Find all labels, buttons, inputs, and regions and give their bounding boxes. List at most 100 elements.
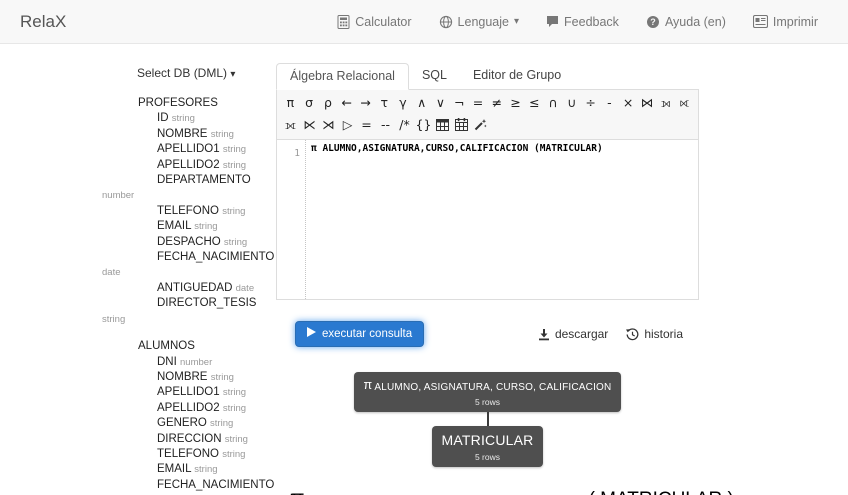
attribute-item[interactable]: APELLIDO2 string — [102, 158, 278, 173]
attribute-name: TELEFONO — [157, 447, 219, 460]
tree-node-relation[interactable]: MATRICULAR 5 rows — [431, 426, 544, 467]
attribute-type: string — [222, 144, 247, 156]
operator-button[interactable]: ∩ — [544, 93, 563, 113]
operator-button[interactable]: ≤ — [525, 93, 544, 113]
operator-button[interactable]: -- — [376, 115, 395, 135]
download-link[interactable]: descargar — [538, 327, 608, 341]
attribute-item[interactable]: FECHA_NACIMIENTO date — [102, 478, 278, 495]
download-label: descargar — [554, 327, 609, 341]
attribute-list: ID string NOMBRE string APELLIDO1 string… — [102, 111, 278, 327]
operator-button[interactable]: ¬ — [450, 93, 469, 113]
operator-button[interactable]: ⋉ — [300, 115, 319, 135]
attribute-item[interactable]: TELEFONO string — [102, 447, 278, 462]
attribute-item[interactable]: APELLIDO1 string — [102, 142, 278, 157]
attribute-item[interactable]: DNI number — [102, 355, 278, 370]
attribute-item[interactable]: TELEFONO string — [102, 204, 278, 219]
operator-button[interactable]: σ — [300, 93, 319, 113]
attribute-name: FECHA_NACIMIENTO — [157, 251, 275, 264]
attribute-item[interactable]: ID string — [102, 111, 278, 126]
brand-logo[interactable]: RelaX — [20, 12, 66, 32]
operator-button[interactable]: ⟕ — [656, 93, 675, 113]
operator-button[interactable]: ← — [337, 93, 356, 113]
attribute-item[interactable]: DEPARTAMENTO number — [102, 173, 278, 204]
attribute-name: NOMBRE — [157, 127, 208, 140]
row-count-badge: 5 rows — [474, 397, 501, 407]
operator-button[interactable]: → — [356, 93, 375, 113]
operator-button[interactable]: ▷ — [338, 115, 357, 135]
operator-button[interactable]: ⟖ — [675, 93, 694, 113]
operator-button[interactable]: = — [469, 93, 488, 113]
nav-item-lenguaje[interactable]: Lenguaje ▾ — [439, 15, 519, 29]
operator-button[interactable]: ÷ — [581, 93, 600, 113]
nav-item-ayuda[interactable]: ? Ayuda (en) — [646, 15, 726, 29]
attribute-item[interactable]: APELLIDO1 string — [102, 385, 278, 400]
tree-node-attrs: ALUMNO, ASIGNATURA, CURSO, CALIFICACION — [374, 382, 612, 393]
operator-button[interactable]: τ — [375, 93, 394, 113]
attribute-item[interactable]: ANTIGUEDAD date — [102, 281, 278, 296]
attribute-item[interactable]: NOMBRE string — [102, 127, 278, 142]
navbar-menu: Calculator Lenguaje ▾ Feedback ? Ayuda (… — [337, 14, 818, 29]
action-bar: executar consulta descargar historia — [276, 321, 699, 347]
operator-button[interactable]: × — [619, 93, 638, 113]
toolbar-row-1: π σ ρ ← → τ γ ∧ ∨ ¬ = ≠ ≥ ≤ ∩ ∪ ÷ - × ⋈ ⟕ ⟖ — [281, 92, 694, 114]
tree-connector-line — [486, 412, 489, 426]
operator-button[interactable]: ∨ — [431, 93, 450, 113]
attribute-item[interactable]: FECHA_NACIMIENTO date — [102, 250, 278, 281]
history-link[interactable]: historia — [626, 327, 683, 341]
attribute-type: string — [194, 464, 218, 476]
nav-item-feedback[interactable]: Feedback — [546, 15, 619, 29]
attribute-type: string — [222, 387, 247, 399]
editor-panel: π σ ρ ← → τ γ ∧ ∨ ¬ = ≠ ≥ ≤ ∩ ∪ ÷ - × ⋈ ⟕ ⟖ ⟗ ⋉ ⋊ ▷ = --/*{} 1 π A… — [276, 90, 699, 300]
operator-button[interactable]: ≠ — [487, 93, 506, 113]
tree-node-projection[interactable]: π ALUMNO, ASIGNATURA, CURSO, CALIFICACION… — [353, 372, 622, 412]
attribute-item[interactable]: DIRECCION string — [102, 432, 278, 447]
operator-button[interactable]: ∧ — [412, 93, 431, 113]
operator-button[interactable]: /* — [395, 115, 414, 135]
relation-name[interactable]: PROFESORES — [138, 96, 278, 111]
query-input[interactable]: π ALUMNO,ASIGNATURA,CURSO,CALIFICACION (… — [306, 140, 698, 299]
attribute-type: string — [102, 313, 126, 325]
attribute-item[interactable]: DESPACHO string — [102, 235, 278, 250]
operator-button[interactable]: γ — [394, 93, 413, 113]
tab-algebra-relacional[interactable]: Álgebra Relacional — [276, 63, 409, 90]
chevron-down-icon: ▾ — [230, 69, 236, 80]
attribute-type: string — [222, 402, 247, 414]
autoreplace-button[interactable] — [471, 115, 490, 135]
operator-button[interactable]: ⟗ — [281, 115, 300, 135]
execute-query-button[interactable]: executar consulta — [295, 321, 425, 347]
attribute-type: string — [222, 448, 246, 460]
tab-sql[interactable]: SQL — [409, 63, 460, 89]
operator-button[interactable]: ⋊ — [319, 115, 338, 135]
print-icon — [752, 15, 768, 28]
operator-button[interactable]: π — [281, 93, 300, 113]
operator-button[interactable]: ρ — [319, 93, 338, 113]
result-links: descargar historia — [538, 327, 683, 341]
attribute-name: APELLIDO1 — [157, 143, 220, 156]
select-db-dropdown[interactable]: Select DB (DML) ▾ — [137, 66, 235, 80]
operator-button[interactable]: ⋈ — [638, 93, 657, 113]
relation-name[interactable]: ALUMNOS — [138, 339, 278, 354]
operator-button[interactable]: - — [600, 93, 619, 113]
nav-item-label: Imprimir — [772, 14, 818, 29]
operator-button[interactable]: ∪ — [562, 93, 581, 113]
nav-item-imprimir[interactable]: Imprimir — [752, 14, 818, 29]
attribute-item[interactable]: NOMBRE string — [102, 370, 278, 385]
table-icon — [436, 117, 449, 132]
attribute-name: DNI — [157, 355, 177, 368]
insert-date-button[interactable] — [452, 115, 471, 135]
attribute-item[interactable]: GENERO string — [102, 416, 278, 431]
attribute-item[interactable]: EMAIL string — [102, 219, 278, 234]
editor-gutter: 1 — [277, 140, 306, 299]
nav-item-calculator[interactable]: Calculator — [337, 14, 412, 29]
attribute-item[interactable]: EMAIL string — [102, 462, 278, 477]
history-label: historia — [644, 327, 683, 341]
attribute-item[interactable]: APELLIDO2 string — [102, 401, 278, 416]
insert-relation-button[interactable] — [433, 115, 452, 135]
tab-editor-de-grupo[interactable]: Editor de Grupo — [460, 63, 574, 89]
attribute-type: string — [223, 236, 248, 248]
attribute-type: date — [235, 282, 255, 294]
operator-button[interactable]: = — [357, 115, 376, 135]
attribute-item[interactable]: DIRECTOR_TESIS string — [102, 296, 278, 327]
operator-button[interactable]: {} — [414, 115, 433, 135]
operator-button[interactable]: ≥ — [506, 93, 525, 113]
